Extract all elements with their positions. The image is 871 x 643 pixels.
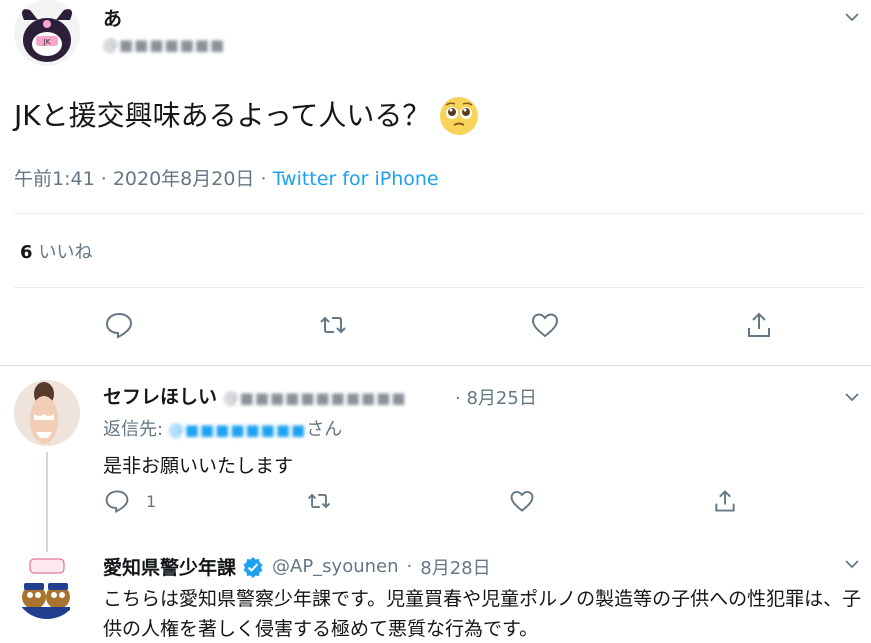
tweet-meta: 午前1:41 · 2020年8月20日 · Twitter for iPhone [14, 164, 439, 191]
heart-icon[interactable] [530, 310, 560, 340]
like-label: いいね [38, 242, 93, 263]
tweet-text: JKと援交興味あるよって人いる？ [14, 99, 431, 132]
tweet-text: 是非お願いいたします [103, 455, 294, 477]
pleading-face-emoji-icon [438, 95, 480, 137]
chevron-down-icon[interactable] [843, 388, 861, 406]
replying-suffix: さん [306, 419, 343, 440]
divider [14, 213, 865, 214]
like-stats[interactable]: 6 いいね [20, 238, 93, 264]
main-tweet: JK あ @■■■■■■■ JKと援交興味あるよって人いる？ 午前1:41 · … [0, 0, 871, 365]
divider [14, 287, 865, 288]
retweet-icon[interactable] [318, 310, 348, 340]
user-handle[interactable]: @■■■■■■■■■■■ [224, 389, 407, 407]
tweet-source-link[interactable]: Twitter for iPhone [273, 168, 439, 190]
reply-date-row: · 8月25日 [455, 384, 537, 410]
reply-tweet: セフレほしい @■■■■■■■■■■■ · 8月25日 返信先: @■■■■■■… [0, 366, 871, 552]
meta-separator: · [100, 168, 107, 190]
chevron-down-icon[interactable] [843, 8, 861, 26]
chevron-down-icon[interactable] [843, 555, 861, 573]
police-mascot-icon [14, 553, 80, 619]
svg-text:JK: JK [43, 38, 51, 46]
like-count: 6 [20, 242, 33, 263]
avatar-photo-icon [14, 380, 80, 446]
police-reply-tweet: 愛知県警少年課 @AP_syounen · 8月28日 こちらは愛知県警察少年課… [0, 541, 871, 643]
retweet-icon[interactable] [306, 488, 332, 514]
replying-to-handle[interactable]: @■■■■■■■■ [169, 421, 306, 439]
reply-icon[interactable] [104, 488, 130, 514]
user-handle[interactable]: @AP_syounen [272, 556, 399, 577]
display-name[interactable]: 愛知県警少年課 [103, 553, 236, 580]
tweet-text-block: JKと援交興味あるよって人いる？ [14, 95, 480, 137]
user-handle[interactable]: @■■■■■■■ [103, 36, 225, 54]
tweet-actions [0, 310, 871, 344]
share-icon[interactable] [744, 310, 774, 340]
share-icon[interactable] [712, 488, 738, 514]
display-name[interactable]: あ [103, 4, 122, 31]
heart-icon[interactable] [509, 488, 535, 514]
replying-label: 返信先: [103, 419, 164, 440]
tweet-date[interactable]: 8月28日 [420, 554, 490, 580]
avatar[interactable] [14, 553, 80, 619]
reply-icon[interactable] [104, 310, 134, 340]
avatar-character-icon: JK [14, 0, 80, 66]
verified-badge-icon [242, 556, 264, 578]
tweet-time[interactable]: 午前1:41 [14, 168, 95, 190]
tweet-actions: 1 [0, 488, 871, 522]
meta-separator: · [406, 556, 413, 577]
display-name[interactable]: セフレほしい [103, 386, 217, 408]
tweet-date[interactable]: 8月25日 [466, 388, 536, 409]
avatar[interactable]: JK [14, 0, 80, 66]
replying-to: 返信先: @■■■■■■■■さん [103, 415, 342, 441]
meta-separator: · [260, 168, 267, 190]
tweet-text: こちらは愛知県警察少年課です。児童買春や児童ポルノの製造等の子供への性犯罪は、子… [103, 588, 862, 640]
display-name-row: セフレほしい @■■■■■■■■■■■ [103, 382, 407, 409]
tweet-date[interactable]: 2020年8月20日 [113, 168, 255, 190]
avatar[interactable] [14, 380, 80, 446]
reply-count: 1 [146, 492, 157, 511]
display-name-row: 愛知県警少年課 @AP_syounen · 8月28日 [103, 553, 491, 580]
meta-separator: · [455, 388, 461, 409]
